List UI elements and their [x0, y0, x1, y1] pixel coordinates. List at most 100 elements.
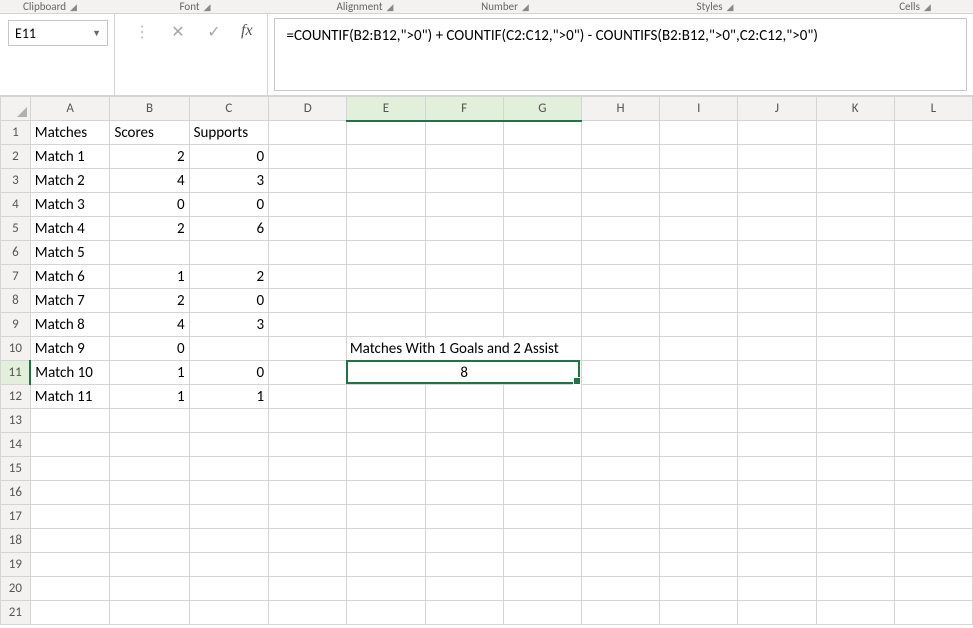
cell-J5[interactable]: [738, 217, 816, 241]
cell-D18[interactable]: [269, 529, 347, 553]
cell-I4[interactable]: [660, 193, 738, 217]
cell-L2[interactable]: [894, 145, 972, 169]
cell-D11[interactable]: [269, 361, 347, 385]
cell-D16[interactable]: [269, 481, 347, 505]
cell-C13[interactable]: [189, 409, 269, 433]
cell-J2[interactable]: [738, 145, 816, 169]
cell-G21[interactable]: [503, 601, 581, 625]
cell-D14[interactable]: [269, 433, 347, 457]
cell-I19[interactable]: [660, 553, 738, 577]
cell-B12[interactable]: 1: [110, 385, 189, 409]
cell-E5[interactable]: [347, 217, 425, 241]
cell-H5[interactable]: [581, 217, 659, 241]
cell-I12[interactable]: [660, 385, 738, 409]
cell-J19[interactable]: [738, 553, 816, 577]
cell-K13[interactable]: [816, 409, 894, 433]
cell-K9[interactable]: [816, 313, 894, 337]
cell-B20[interactable]: [110, 577, 189, 601]
row-header-6[interactable]: 6: [1, 241, 31, 265]
cell-G2[interactable]: [503, 145, 581, 169]
cell-H17[interactable]: [581, 505, 659, 529]
cell-A4[interactable]: Match 3: [30, 193, 110, 217]
cell-E19[interactable]: [347, 553, 425, 577]
cell-A14[interactable]: [30, 433, 110, 457]
cell-L8[interactable]: [894, 289, 972, 313]
cell-G19[interactable]: [503, 553, 581, 577]
cell-G7[interactable]: [503, 265, 581, 289]
cell-B1[interactable]: Scores: [110, 121, 189, 145]
cell-J4[interactable]: [738, 193, 816, 217]
cell-H1[interactable]: [581, 121, 659, 145]
cell-G6[interactable]: [503, 241, 581, 265]
cell-A15[interactable]: [30, 457, 110, 481]
cell-F20[interactable]: [425, 577, 503, 601]
dialog-launcher-icon[interactable]: ◢: [70, 2, 77, 13]
row-header-10[interactable]: 10: [1, 337, 31, 361]
cell-C20[interactable]: [189, 577, 269, 601]
cell-E7[interactable]: [347, 265, 425, 289]
cell-H16[interactable]: [581, 481, 659, 505]
cell-L15[interactable]: [894, 457, 972, 481]
cell-B7[interactable]: 1: [110, 265, 189, 289]
dialog-launcher-icon[interactable]: ◢: [387, 2, 394, 13]
cell-B19[interactable]: [110, 553, 189, 577]
spreadsheet-grid[interactable]: ABCDEFGHIJKL1MatchesScoresSupports2Match…: [0, 96, 973, 625]
cell-K15[interactable]: [816, 457, 894, 481]
cell-K21[interactable]: [816, 601, 894, 625]
cell-G12[interactable]: [503, 385, 581, 409]
cell-B17[interactable]: [110, 505, 189, 529]
cell-B9[interactable]: 4: [110, 313, 189, 337]
cell-F18[interactable]: [425, 529, 503, 553]
cell-A2[interactable]: Match 1: [30, 145, 110, 169]
cell-H3[interactable]: [581, 169, 659, 193]
cell-I16[interactable]: [660, 481, 738, 505]
cell-K17[interactable]: [816, 505, 894, 529]
cell-D9[interactable]: [269, 313, 347, 337]
cell-H18[interactable]: [581, 529, 659, 553]
cell-H15[interactable]: [581, 457, 659, 481]
cell-I5[interactable]: [660, 217, 738, 241]
insert-function-button[interactable]: fx: [241, 22, 253, 40]
cell-F12[interactable]: [425, 385, 503, 409]
cell-E21[interactable]: [347, 601, 425, 625]
formula-bar-input[interactable]: =COUNTIF(B2:B12,">0") + COUNTIF(C2:C12,"…: [274, 18, 967, 91]
cell-J12[interactable]: [738, 385, 816, 409]
cell-B5[interactable]: 2: [110, 217, 189, 241]
cell-H8[interactable]: [581, 289, 659, 313]
cell-J15[interactable]: [738, 457, 816, 481]
cell-J11[interactable]: [738, 361, 816, 385]
cell-L5[interactable]: [894, 217, 972, 241]
cell-K5[interactable]: [816, 217, 894, 241]
cell-I20[interactable]: [660, 577, 738, 601]
cell-J14[interactable]: [738, 433, 816, 457]
cell-L18[interactable]: [894, 529, 972, 553]
cell-H14[interactable]: [581, 433, 659, 457]
cell-F9[interactable]: [425, 313, 503, 337]
cell-K6[interactable]: [816, 241, 894, 265]
cell-F2[interactable]: [425, 145, 503, 169]
cell-J9[interactable]: [738, 313, 816, 337]
cell-C2[interactable]: 0: [189, 145, 269, 169]
cell-L3[interactable]: [894, 169, 972, 193]
cell-K11[interactable]: [816, 361, 894, 385]
cell-E2[interactable]: [347, 145, 425, 169]
cell-F1[interactable]: [425, 121, 503, 145]
column-header-B[interactable]: B: [110, 97, 189, 121]
cell-E3[interactable]: [347, 169, 425, 193]
row-header-11[interactable]: 11: [1, 361, 31, 385]
cell-C14[interactable]: [189, 433, 269, 457]
cell-K10[interactable]: [816, 337, 894, 361]
cell-F13[interactable]: [425, 409, 503, 433]
cell-A3[interactable]: Match 2: [30, 169, 110, 193]
cell-I14[interactable]: [660, 433, 738, 457]
cell-B18[interactable]: [110, 529, 189, 553]
column-header-F[interactable]: F: [425, 97, 503, 121]
row-header-1[interactable]: 1: [1, 121, 31, 145]
cell-C16[interactable]: [189, 481, 269, 505]
cell-H6[interactable]: [581, 241, 659, 265]
cell-L7[interactable]: [894, 265, 972, 289]
cell-B14[interactable]: [110, 433, 189, 457]
select-all-corner[interactable]: [1, 97, 31, 121]
cell-I9[interactable]: [660, 313, 738, 337]
cell-K18[interactable]: [816, 529, 894, 553]
